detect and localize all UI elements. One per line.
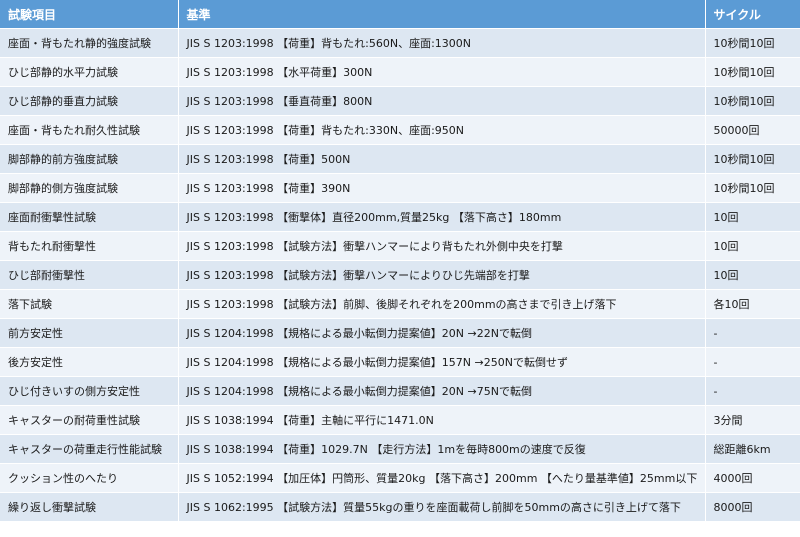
table-row: 脚部静的前方強度試験 JIS S 1203:1998 【荷重】500N 10秒間… xyxy=(0,144,800,174)
standard-cell: JIS S 1203:1998 【試験方法】衝撃ハンマーによりひじ先端部を打撃 xyxy=(178,260,706,290)
table-row: 落下試験 JIS S 1203:1998 【試験方法】前脚、後脚それぞれを200… xyxy=(0,289,800,319)
test-standards-table: 試験項目 基準 サイクル 座面・背もたれ静的強度試験 JIS S 1203:19… xyxy=(0,0,800,522)
table-row: 脚部静的側方強度試験 JIS S 1203:1998 【荷重】390N 10秒間… xyxy=(0,173,800,203)
cycle-cell: 3分間 xyxy=(705,405,800,435)
test-item-cell: クッション性のへたり xyxy=(0,463,179,493)
test-item-cell: 落下試験 xyxy=(0,289,179,319)
test-item-cell: 座面・背もたれ静的強度試験 xyxy=(0,28,179,58)
cycle-cell: 8000回 xyxy=(705,492,800,522)
table-row: 座面・背もたれ静的強度試験 JIS S 1203:1998 【荷重】背もたれ:5… xyxy=(0,28,800,58)
cycle-cell: 10秒間10回 xyxy=(705,173,800,203)
cycle-cell: 4000回 xyxy=(705,463,800,493)
test-item-cell: ひじ部耐衝撃性 xyxy=(0,260,179,290)
standard-cell: JIS S 1038:1994 【荷重】主軸に平行に1471.0N xyxy=(178,405,706,435)
table-row: 繰り返し衝撃試験 JIS S 1062:1995 【試験方法】質量55kgの重り… xyxy=(0,492,800,522)
standard-cell: JIS S 1203:1998 【荷重】背もたれ:330N、座面:950N xyxy=(178,115,706,145)
cycle-cell: 10回 xyxy=(705,231,800,261)
table-row: キャスターの耐荷重性試験 JIS S 1038:1994 【荷重】主軸に平行に1… xyxy=(0,405,800,435)
header-test-item: 試験項目 xyxy=(0,0,179,29)
cycle-cell: 10回 xyxy=(705,260,800,290)
cycle-cell: 総距離6km xyxy=(705,434,800,464)
cycle-cell: 各10回 xyxy=(705,289,800,319)
table-row: 座面耐衝撃性試験 JIS S 1203:1998 【衝撃体】直径200mm,質量… xyxy=(0,202,800,232)
test-item-cell: 座面・背もたれ耐久性試験 xyxy=(0,115,179,145)
test-item-cell: 後方安定性 xyxy=(0,347,179,377)
test-item-cell: キャスターの耐荷重性試験 xyxy=(0,405,179,435)
cycle-cell: - xyxy=(705,376,800,406)
test-item-cell: 脚部静的前方強度試験 xyxy=(0,144,179,174)
standard-cell: JIS S 1203:1998 【荷重】500N xyxy=(178,144,706,174)
header-standard: 基準 xyxy=(178,0,706,29)
table-row: 座面・背もたれ耐久性試験 JIS S 1203:1998 【荷重】背もたれ:33… xyxy=(0,115,800,145)
standard-cell: JIS S 1203:1998 【試験方法】衝撃ハンマーにより背もたれ外側中央を… xyxy=(178,231,706,261)
standard-cell: JIS S 1203:1998 【荷重】背もたれ:560N、座面:1300N xyxy=(178,28,706,58)
cycle-cell: 10秒間10回 xyxy=(705,57,800,87)
header-cycle: サイクル xyxy=(705,0,800,29)
table-row: 後方安定性 JIS S 1204:1998 【規格による最小転倒力提案値】157… xyxy=(0,347,800,377)
cycle-cell: 10秒間10回 xyxy=(705,28,800,58)
standard-cell: JIS S 1052:1994 【加圧体】円筒形、質量20kg 【落下高さ】20… xyxy=(178,463,706,493)
cycle-cell: 10秒間10回 xyxy=(705,144,800,174)
cycle-cell: 10回 xyxy=(705,202,800,232)
cycle-cell: - xyxy=(705,347,800,377)
table-row: ひじ部静的水平力試験 JIS S 1203:1998 【水平荷重】300N 10… xyxy=(0,57,800,87)
table-row: キャスターの荷重走行性能試験 JIS S 1038:1994 【荷重】1029.… xyxy=(0,434,800,464)
standard-cell: JIS S 1203:1998 【水平荷重】300N xyxy=(178,57,706,87)
standard-cell: JIS S 1203:1998 【試験方法】前脚、後脚それぞれを200mmの高さ… xyxy=(178,289,706,319)
test-item-cell: ひじ部静的垂直力試験 xyxy=(0,86,179,116)
cycle-cell: 10秒間10回 xyxy=(705,86,800,116)
table-row: ひじ付きいすの側方安定性 JIS S 1204:1998 【規格による最小転倒力… xyxy=(0,376,800,406)
test-item-cell: 座面耐衝撃性試験 xyxy=(0,202,179,232)
standard-cell: JIS S 1204:1998 【規格による最小転倒力提案値】20N →22Nで… xyxy=(178,318,706,348)
table-row: ひじ部静的垂直力試験 JIS S 1203:1998 【垂直荷重】800N 10… xyxy=(0,86,800,116)
header-row: 試験項目 基準 サイクル xyxy=(0,0,800,29)
standard-cell: JIS S 1038:1994 【荷重】1029.7N 【走行方法】1mを毎時8… xyxy=(178,434,706,464)
table-row: ひじ部耐衝撃性 JIS S 1203:1998 【試験方法】衝撃ハンマーによりひ… xyxy=(0,260,800,290)
test-item-cell: キャスターの荷重走行性能試験 xyxy=(0,434,179,464)
cycle-cell: 50000回 xyxy=(705,115,800,145)
standard-cell: JIS S 1204:1998 【規格による最小転倒力提案値】20N →75Nで… xyxy=(178,376,706,406)
standard-cell: JIS S 1203:1998 【荷重】390N xyxy=(178,173,706,203)
standard-cell: JIS S 1203:1998 【衝撃体】直径200mm,質量25kg 【落下高… xyxy=(178,202,706,232)
cycle-cell: - xyxy=(705,318,800,348)
standard-cell: JIS S 1062:1995 【試験方法】質量55kgの重りを座面載荷し前脚を… xyxy=(178,492,706,522)
standard-cell: JIS S 1204:1998 【規格による最小転倒力提案値】157N →250… xyxy=(178,347,706,377)
test-item-cell: 脚部静的側方強度試験 xyxy=(0,173,179,203)
test-item-cell: 繰り返し衝撃試験 xyxy=(0,492,179,522)
standard-cell: JIS S 1203:1998 【垂直荷重】800N xyxy=(178,86,706,116)
test-item-cell: 背もたれ耐衝撃性 xyxy=(0,231,179,261)
test-item-cell: ひじ付きいすの側方安定性 xyxy=(0,376,179,406)
test-item-cell: ひじ部静的水平力試験 xyxy=(0,57,179,87)
table-row: クッション性のへたり JIS S 1052:1994 【加圧体】円筒形、質量20… xyxy=(0,463,800,493)
test-item-cell: 前方安定性 xyxy=(0,318,179,348)
table-row: 前方安定性 JIS S 1204:1998 【規格による最小転倒力提案値】20N… xyxy=(0,318,800,348)
table-row: 背もたれ耐衝撃性 JIS S 1203:1998 【試験方法】衝撃ハンマーにより… xyxy=(0,231,800,261)
